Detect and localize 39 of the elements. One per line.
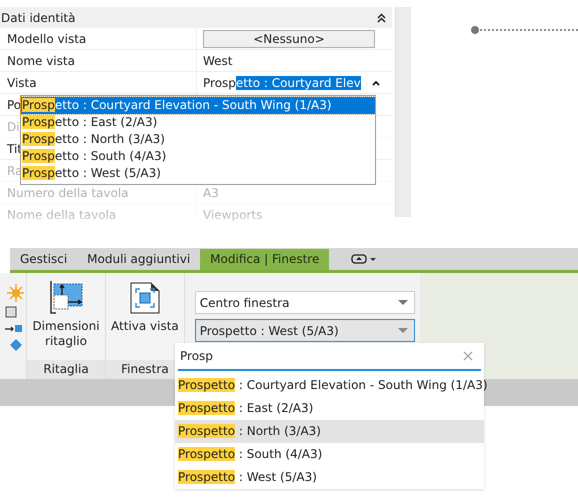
property-label: Po bbox=[7, 98, 22, 112]
ribbon-tab[interactable]: Moduli aggiuntivi bbox=[77, 249, 200, 270]
dropdown-option[interactable]: Prospetto : South (4/A3) bbox=[21, 148, 375, 165]
clear-icon[interactable] bbox=[463, 351, 473, 361]
search-field[interactable]: Prosp bbox=[178, 343, 481, 371]
view-dropdown[interactable]: Prospetto : West (5/A3) bbox=[194, 319, 415, 342]
property-label: Numero della tavola bbox=[7, 186, 129, 200]
property-label: Nome della tavola bbox=[7, 208, 116, 222]
search-result[interactable]: Prospetto : East (2/A3) bbox=[175, 397, 484, 420]
property-value: Viewports bbox=[203, 208, 262, 222]
dropdown-option[interactable]: Prospetto : East (2/A3) bbox=[21, 114, 375, 131]
property-label: Di bbox=[7, 120, 20, 134]
window-position-dropdown[interactable]: Centro finestra bbox=[194, 291, 415, 314]
dropdown-option[interactable]: Prospetto : North (3/A3) bbox=[21, 131, 375, 148]
crop-size-icon bbox=[48, 281, 84, 315]
panel-title: Ritaglia bbox=[27, 360, 105, 379]
minimize-ribbon-icon[interactable] bbox=[351, 254, 378, 264]
dropdown-arrow-icon bbox=[398, 300, 408, 306]
ribbon-tab[interactable]: Modifica | Finestre bbox=[200, 249, 330, 270]
activate-view-icon bbox=[128, 281, 161, 315]
search-result[interactable]: Prospetto : South (4/A3) bbox=[175, 443, 484, 466]
dropdown-option[interactable]: Prospetto : Courtyard Elevation - South Wing (1/A3) bbox=[21, 97, 375, 114]
dropdown-option[interactable]: Prospetto : West (5/A3) bbox=[21, 165, 375, 182]
property-value: A3 bbox=[203, 186, 219, 200]
ribbon-tab[interactable]: Gestisci bbox=[10, 249, 78, 270]
ribbon-button[interactable]: Dimensioni ritaglio bbox=[29, 281, 103, 360]
section-header[interactable]: Dati identità bbox=[0, 7, 392, 28]
property-label: Modello vista bbox=[7, 32, 86, 46]
caret-up-icon[interactable] bbox=[372, 80, 380, 86]
collapse-icon[interactable] bbox=[377, 12, 386, 22]
property-value: West bbox=[203, 54, 233, 68]
property-label: Vista bbox=[7, 76, 37, 90]
search-result[interactable]: Prospetto : North (3/A3) bbox=[175, 420, 484, 443]
value-button[interactable]: <Nessuno> bbox=[203, 30, 375, 48]
scrollbar[interactable] bbox=[395, 7, 411, 217]
dropdown-arrow-icon bbox=[398, 328, 408, 334]
section-title: Dati identità bbox=[1, 10, 76, 24]
search-result[interactable]: Prospetto : West (5/A3) bbox=[175, 466, 484, 489]
property-label: Nome vista bbox=[7, 54, 75, 68]
